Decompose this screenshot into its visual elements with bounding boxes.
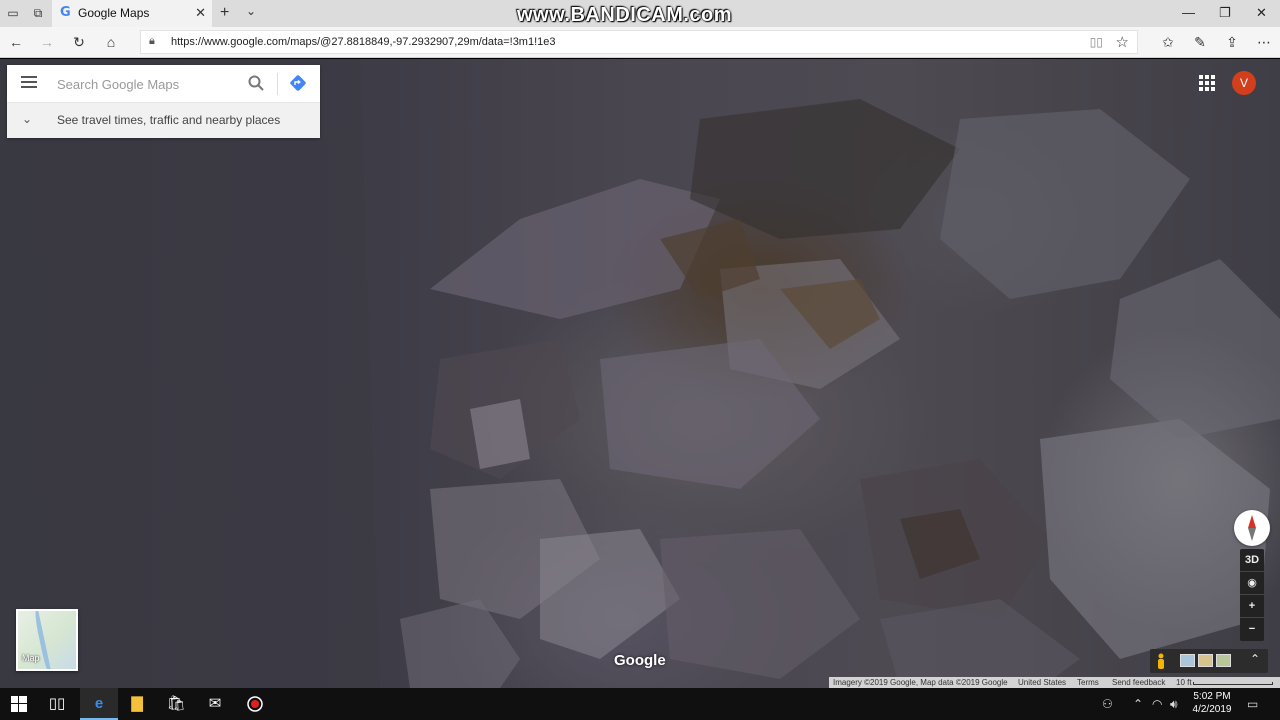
map-controls: 3D ◉ + − [1240,549,1264,641]
browser-title-bar: ▭ ⧉ G Google Maps ✕ + ⌄ www.BANDICAM.com… [0,0,1280,27]
clock-date: 4/2/2019 [1192,704,1232,715]
account-avatar[interactable]: V [1232,71,1256,95]
map-footer: Imagery ©2019 Google, Map data ©2019 Goo… [829,677,1280,688]
my-location-icon[interactable]: ◉ [1240,572,1264,595]
url-text[interactable]: https://www.google.com/maps/@27.8818849,… [171,36,556,48]
travel-info-expander[interactable]: ⌄ See travel times, traffic and nearby p… [7,103,320,138]
satellite-imagery [0,59,1280,688]
search-icon[interactable] [247,74,265,92]
search-panel: ⌄ See travel times, traffic and nearby p… [7,65,320,138]
system-clock[interactable]: 5:02 PM 4/2/2019 [1190,690,1234,716]
search-input[interactable] [57,74,237,94]
layers-bar: ⌃ [1150,649,1268,673]
scale-bar [1193,682,1273,685]
mail-icon[interactable]: ✉ [196,688,234,720]
browser-tab[interactable]: G Google Maps ✕ [52,0,212,27]
share-icon[interactable]: ⇪ [1223,34,1241,51]
wifi-icon[interactable]: ◠ [1152,697,1162,711]
file-explorer-icon[interactable]: ▇ [118,688,156,720]
windows-taskbar: ▯▯ e ▇ 🛍︎ ✉ ⚇ ⌃ ◠ 🔊︎ 5:02 PM 4/2/2019 ▭ [0,688,1280,720]
tab-title: Google Maps [78,6,150,20]
bandicam-icon[interactable] [236,688,274,720]
minimize-icon[interactable]: — [1182,5,1195,20]
search-divider [277,73,278,95]
edge-icon[interactable]: e [80,688,118,720]
address-toolbar: ← → ↻ ⌂ 🔒︎ https://www.google.com/maps/@… [0,27,1280,58]
tilt-3d-button[interactable]: 3D [1240,549,1264,572]
tab-actions-icon[interactable]: ▭ [6,6,20,20]
menu-icon[interactable] [21,76,37,90]
start-icon[interactable] [0,688,38,720]
store-icon[interactable]: 🛍︎ [157,688,195,720]
window-close-icon[interactable]: ✕ [1256,5,1267,21]
layer-thumbnail[interactable] [1198,654,1213,667]
home-icon[interactable]: ⌂ [102,34,120,50]
send-feedback-link[interactable]: Send feedback [1112,678,1165,687]
arrow-left-icon[interactable]: ← [7,34,25,50]
plus-icon[interactable]: + [220,4,229,22]
set-aside-tabs-icon[interactable]: ⧉ [31,6,45,20]
map-layer-toggle[interactable]: Map [16,609,78,671]
map-canvas[interactable] [0,59,1280,688]
google-apps-icon[interactable] [1199,75,1215,91]
url-bar[interactable]: 🔒︎ https://www.google.com/maps/@27.88188… [140,30,1138,54]
compass-icon[interactable] [1234,510,1270,546]
star-icon[interactable]: ☆ [1116,33,1129,51]
close-icon[interactable]: ✕ [195,5,206,21]
google-favicon-icon: G [60,5,71,20]
book-icon[interactable]: ▯▯ [1090,35,1103,49]
chevron-up-icon[interactable]: ⌃ [1250,652,1260,666]
maximize-icon[interactable]: ❐ [1219,5,1231,21]
directions-icon[interactable] [289,74,307,92]
clock-time: 5:02 PM [1193,691,1231,702]
task-view-icon[interactable]: ▯▯ [38,688,76,720]
layer-thumbnail[interactable] [1180,654,1195,667]
chevron-up-icon[interactable]: ⌃ [1133,697,1143,711]
arrow-right-icon[interactable]: → [38,34,56,50]
chevron-down-icon: ⌄ [22,112,33,126]
travel-info-text: See travel times, traffic and nearby pla… [57,113,281,127]
chevron-down-icon[interactable]: ⌄ [246,4,256,18]
notifications-icon[interactable]: ▭ [1247,697,1258,711]
layer-thumbnail[interactable] [1216,654,1231,667]
volume-icon[interactable]: 🔊︎ [1170,697,1178,712]
google-logo: Google [614,652,666,669]
zoom-out-icon[interactable]: − [1240,618,1264,641]
pegman-icon[interactable] [1156,653,1166,669]
people-icon[interactable]: ⚇ [1102,697,1113,711]
lock-icon: 🔒︎ [149,35,155,47]
imagery-attribution: Imagery ©2019 Google, Map data ©2019 Goo… [833,678,1008,687]
pen-icon[interactable]: ✎ [1191,34,1209,51]
minimap-label: Map [22,653,40,663]
zoom-in-icon[interactable]: + [1240,595,1264,618]
scale-label[interactable]: 10 ft [1176,678,1192,687]
terms-link[interactable]: Terms [1077,678,1099,687]
region-link[interactable]: United States [1018,678,1066,687]
refresh-icon[interactable]: ↻ [70,34,88,51]
favorites-icon[interactable]: ✩ [1159,34,1177,51]
bandicam-watermark: www.BANDICAM.com [517,4,733,26]
ellipsis-icon[interactable]: ⋯ [1255,34,1273,51]
